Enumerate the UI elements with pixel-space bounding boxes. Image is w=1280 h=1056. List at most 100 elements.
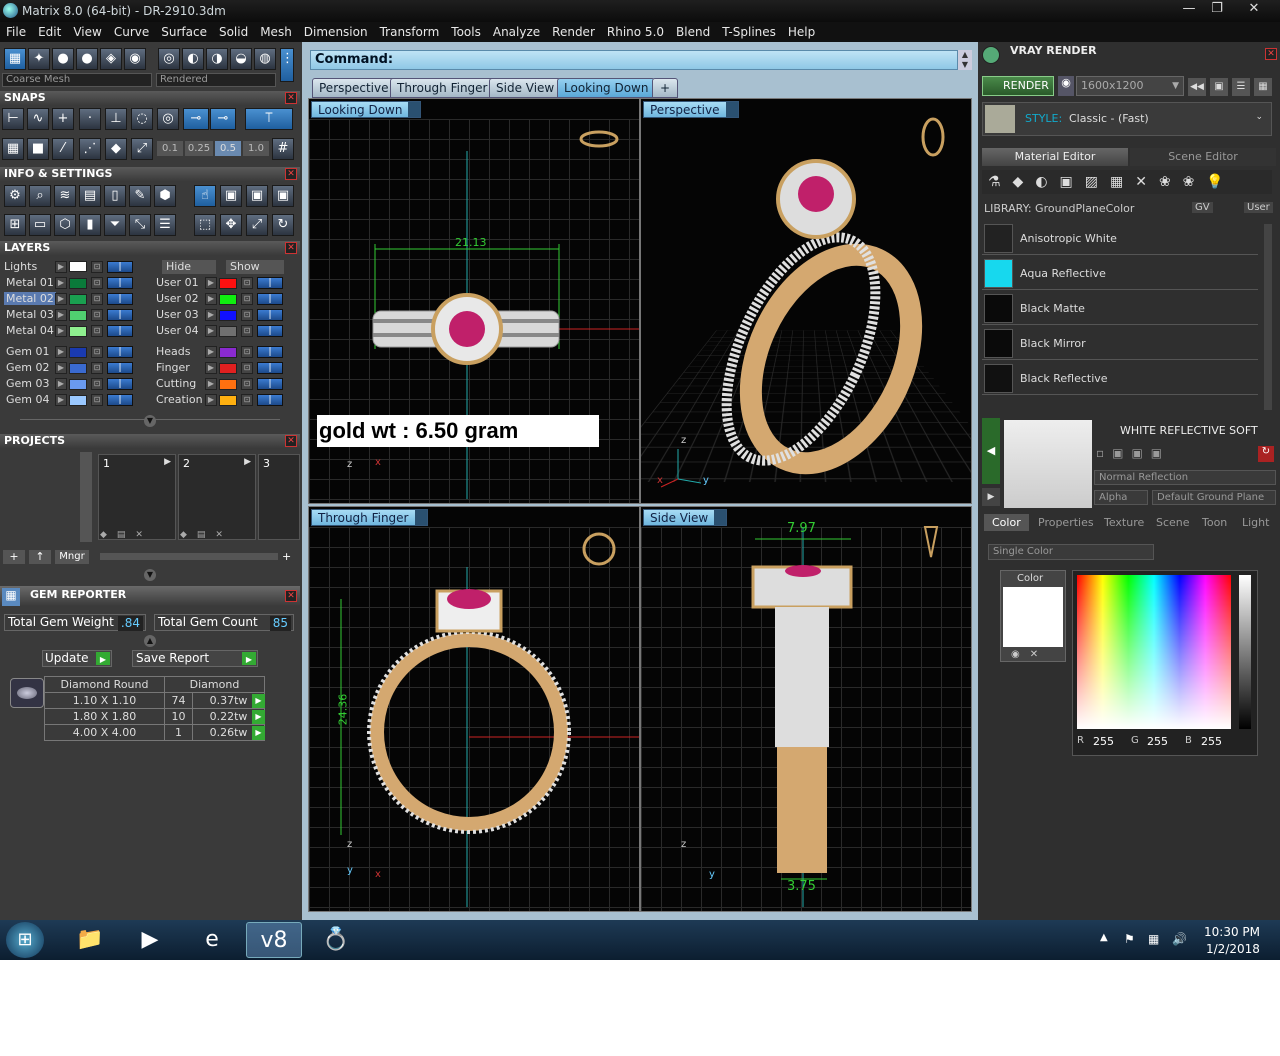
- save-report-button[interactable]: Save Report ▶: [132, 650, 258, 667]
- b-value[interactable]: 255: [1201, 735, 1222, 748]
- expand-icon[interactable]: ▶: [205, 378, 217, 390]
- close-icon[interactable]: ✕: [285, 242, 297, 254]
- lock-icon[interactable]: ⊡: [241, 309, 253, 321]
- projects-hscroll[interactable]: [100, 553, 278, 560]
- book-icon[interactable]: ▮: [79, 214, 101, 236]
- layer-toggle[interactable]: |: [107, 325, 133, 337]
- list-icon[interactable]: ☰: [1232, 78, 1250, 96]
- material-list-scrollbar[interactable]: [1264, 224, 1272, 410]
- frame2-icon[interactable]: ▣: [246, 185, 268, 207]
- expand-icon[interactable]: ▶: [55, 309, 67, 321]
- expand-icon[interactable]: ▶: [205, 309, 217, 321]
- layer-toggle[interactable]: |: [107, 394, 133, 406]
- menu-rhino[interactable]: Rhino 5.0: [601, 25, 670, 39]
- layer-row[interactable]: User 02 ▶ ⊡ |: [150, 292, 300, 307]
- layer-toggle[interactable]: |: [257, 277, 283, 289]
- viewport-through-finger[interactable]: Through Finger 24.36 z y x: [308, 506, 640, 912]
- menu-curve[interactable]: Curve: [108, 25, 155, 39]
- layer-row[interactable]: Metal 01 ▶ ⊡ |: [0, 276, 150, 291]
- lock-icon[interactable]: ⊡: [241, 362, 253, 374]
- tab-looking-down[interactable]: Looking Down: [557, 78, 656, 98]
- tab-properties[interactable]: Properties: [1038, 514, 1094, 531]
- snap-near-icon[interactable]: ∿: [27, 108, 49, 130]
- lock-icon[interactable]: ⊡: [91, 362, 103, 374]
- layer-toggle[interactable]: |: [257, 309, 283, 321]
- menu-view[interactable]: View: [67, 25, 107, 39]
- material-type-toolbar[interactable]: ⚗◆◐▣▨▦✕❀❀💡: [982, 170, 1272, 194]
- layer-color-swatch[interactable]: [69, 395, 87, 406]
- ring-app-icon[interactable]: 💍: [308, 922, 364, 958]
- g-value[interactable]: 255: [1147, 735, 1168, 748]
- glass-view-icon[interactable]: ◒: [230, 48, 252, 70]
- layer-toggle[interactable]: |: [107, 346, 133, 358]
- layer-row[interactable]: User 04 ▶ ⊡ |: [150, 324, 300, 339]
- search-icon[interactable]: ⌕: [29, 185, 51, 207]
- lock-icon[interactable]: ⊡: [91, 346, 103, 358]
- color-mode-dropdown[interactable]: Single Color: [988, 544, 1154, 560]
- tab-toon[interactable]: Toon: [1202, 514, 1227, 531]
- layer-color-swatch[interactable]: [69, 278, 87, 289]
- reflection-dropdown[interactable]: Normal Reflection: [1094, 470, 1276, 485]
- viewport-perspective[interactable]: Perspective z y x: [640, 98, 972, 504]
- media-player-icon[interactable]: ▶: [122, 922, 178, 958]
- doc-icon[interactable]: ▯: [104, 185, 126, 207]
- row-play-button[interactable]: ▶: [252, 710, 265, 724]
- windows-icon[interactable]: ⊞: [4, 214, 26, 236]
- close-icon[interactable]: ✕: [285, 168, 297, 180]
- menu-tools[interactable]: Tools: [445, 25, 487, 39]
- menu-tsplines[interactable]: T-Splines: [716, 25, 782, 39]
- collapse-icon[interactable]: ▲: [144, 635, 156, 647]
- lock-icon[interactable]: ⊡: [241, 346, 253, 358]
- snap-value-3[interactable]: 1.0: [243, 141, 269, 156]
- menu-solid[interactable]: Solid: [213, 25, 254, 39]
- tab-perspective[interactable]: Perspective: [312, 78, 396, 98]
- layer-toggle[interactable]: |: [257, 378, 283, 390]
- project-actions[interactable]: ◆▤✕: [100, 530, 170, 542]
- add-project-button[interactable]: +: [3, 550, 25, 564]
- frame-buffer-icon[interactable]: ▣: [1210, 78, 1228, 96]
- add-icon[interactable]: +: [282, 550, 296, 564]
- project-slot-2[interactable]: 2 ▶: [178, 454, 256, 540]
- lock-icon[interactable]: ⊡: [91, 325, 103, 337]
- layer-row[interactable]: Cutting ▶ ⊡ |: [150, 377, 300, 392]
- lock-icon[interactable]: ⊡: [91, 309, 103, 321]
- material-item[interactable]: Black Mirror: [982, 327, 1258, 360]
- xray-icon[interactable]: ◈: [100, 48, 122, 70]
- camera-icon[interactable]: ◉: [1058, 76, 1074, 96]
- explorer-icon[interactable]: 📁: [62, 922, 118, 958]
- layer-color-swatch[interactable]: [69, 363, 87, 374]
- layer-row[interactable]: Creation ▶ ⊡ |: [150, 393, 300, 408]
- toolbar-scroll-button[interactable]: ⋮: [280, 48, 294, 82]
- material-action-icons[interactable]: ▫▣▣▣: [1096, 446, 1196, 462]
- hue-saturation-field[interactable]: [1077, 575, 1231, 729]
- filter-icon[interactable]: ⏷: [104, 214, 126, 236]
- menu-dimension[interactable]: Dimension: [298, 25, 374, 39]
- layer-color-swatch[interactable]: [69, 294, 87, 305]
- shaded-icon[interactable]: ✦: [28, 48, 50, 70]
- menu-mesh[interactable]: Mesh: [254, 25, 298, 39]
- menu-analyze[interactable]: Analyze: [487, 25, 546, 39]
- rotate-icon[interactable]: ↻: [272, 214, 294, 236]
- layer-toggle[interactable]: |: [107, 362, 133, 374]
- clock-date[interactable]: 1/2/2018: [1206, 942, 1260, 956]
- close-icon[interactable]: ✕: [285, 435, 297, 447]
- tab-scene-editor[interactable]: Scene Editor: [1130, 148, 1276, 166]
- ground-plane-dropdown[interactable]: Default Ground Plane: [1152, 490, 1276, 505]
- frame3-icon[interactable]: ▣: [272, 185, 294, 207]
- expand-icon[interactable]: ▶: [55, 325, 67, 337]
- color-actions-icon[interactable]: ◉✕: [1011, 649, 1048, 660]
- grid-view-icon[interactable]: ▦: [1254, 78, 1272, 96]
- layer-color-swatch[interactable]: [219, 326, 237, 337]
- layer-row[interactable]: Metal 03 ▶ ⊡ |: [0, 308, 150, 323]
- minimize-button[interactable]: —: [1175, 0, 1203, 20]
- tab-material-editor[interactable]: Material Editor: [982, 148, 1128, 166]
- move-icon[interactable]: ✥: [220, 214, 242, 236]
- play-icon[interactable]: ▶: [982, 488, 1000, 506]
- layer-row[interactable]: Gem 03 ▶ ⊡ |: [0, 377, 150, 392]
- menu-blend[interactable]: Blend: [670, 25, 716, 39]
- material-item[interactable]: Black Matte: [982, 292, 1258, 325]
- layer-color-swatch[interactable]: [69, 310, 87, 321]
- lock-icon[interactable]: ⊡: [91, 394, 103, 406]
- projects-scrollbar[interactable]: [80, 452, 92, 542]
- lock-icon[interactable]: ⊡: [241, 277, 253, 289]
